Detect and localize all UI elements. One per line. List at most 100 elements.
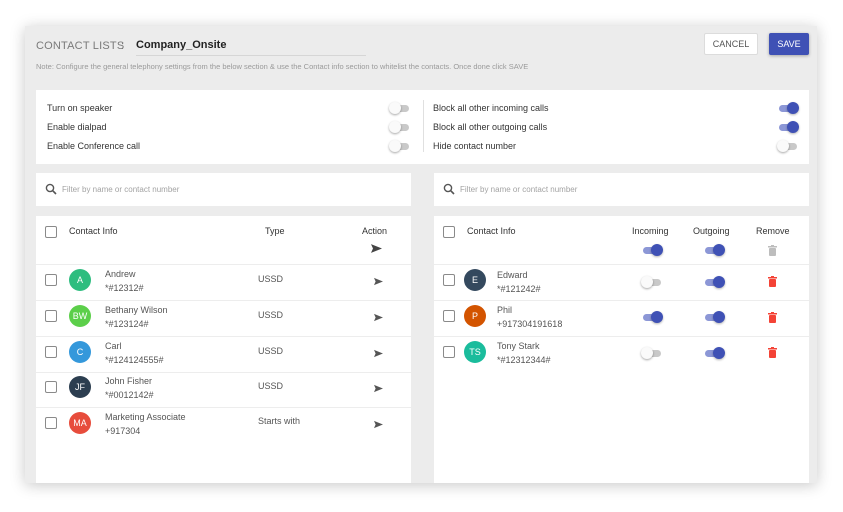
row-divider xyxy=(434,300,809,301)
row-checkbox[interactable] xyxy=(443,310,455,322)
setting-label-conference: Enable Conference call xyxy=(47,141,141,151)
left-search-input[interactable]: Filter by name or contact number xyxy=(36,173,411,206)
available-contacts-panel: Contact Info Type Action A Andrew *#1231… xyxy=(36,216,411,483)
cancel-button[interactable]: CANCEL xyxy=(704,33,758,55)
incoming-toggle[interactable] xyxy=(641,347,663,359)
incoming-all-toggle[interactable] xyxy=(641,244,663,256)
contact-name: Andrew xyxy=(105,269,136,279)
column-header-contact: Contact Info xyxy=(69,226,118,236)
speaker-toggle[interactable] xyxy=(389,102,411,114)
list-name-underline xyxy=(136,55,366,56)
delete-icon[interactable] xyxy=(768,276,777,287)
avatar: E xyxy=(464,269,486,291)
contact-type: USSD xyxy=(258,310,284,320)
outgoing-all-toggle[interactable] xyxy=(703,244,725,256)
row-checkbox[interactable] xyxy=(45,310,57,322)
outgoing-toggle[interactable] xyxy=(703,311,725,323)
row-divider xyxy=(434,264,809,265)
delete-icon[interactable] xyxy=(768,312,777,323)
contact-type: Starts with xyxy=(258,416,301,426)
send-icon[interactable] xyxy=(374,313,383,322)
setting-label-block-incoming: Block all other incoming calls xyxy=(433,103,549,113)
delete-all-icon[interactable] xyxy=(768,245,777,256)
contact-name: Marketing Associate xyxy=(105,412,186,422)
search-placeholder: Filter by name or contact number xyxy=(62,185,180,194)
send-icon[interactable] xyxy=(374,420,383,429)
setting-label-hide-number: Hide contact number xyxy=(433,141,517,151)
incoming-toggle[interactable] xyxy=(641,311,663,323)
avatar: A xyxy=(69,269,91,291)
avatar: TS xyxy=(464,341,486,363)
outgoing-toggle[interactable] xyxy=(703,276,725,288)
search-placeholder: Filter by name or contact number xyxy=(460,185,578,194)
select-all-checkbox[interactable] xyxy=(443,226,455,238)
avatar: JF xyxy=(69,376,91,398)
contact-name: John Fisher xyxy=(105,376,153,386)
row-checkbox[interactable] xyxy=(45,417,57,429)
section-title: CONTACT LISTS xyxy=(36,40,125,52)
save-button[interactable]: SAVE xyxy=(769,33,809,55)
column-header-contact: Contact Info xyxy=(467,226,516,236)
contact-number: *#121242# xyxy=(497,284,541,294)
column-header-incoming: Incoming xyxy=(632,226,669,236)
send-all-icon[interactable] xyxy=(371,243,382,254)
right-search-input[interactable]: Filter by name or contact number xyxy=(434,173,809,206)
telephony-settings-card: Turn on speaker Enable dialpad Enable Co… xyxy=(36,90,809,164)
conference-toggle[interactable] xyxy=(389,140,411,152)
contact-number: *#124124555# xyxy=(105,355,164,365)
row-divider xyxy=(434,336,809,337)
instructions-note: Note: Configure the general telephony se… xyxy=(36,62,529,71)
contact-number: *#12312344# xyxy=(497,355,551,365)
contact-number: +917304191618 xyxy=(497,319,563,329)
column-header-remove: Remove xyxy=(756,226,790,236)
contact-name: Phil xyxy=(497,305,513,315)
contact-name: Edward xyxy=(497,270,528,280)
row-checkbox[interactable] xyxy=(45,274,57,286)
block-outgoing-toggle[interactable] xyxy=(777,121,799,133)
column-header-action: Action xyxy=(362,226,388,236)
incoming-toggle[interactable] xyxy=(641,276,663,288)
title-separator: : xyxy=(121,40,125,52)
row-divider xyxy=(36,407,411,408)
contact-number: *#12312# xyxy=(105,283,144,293)
dialpad-toggle[interactable] xyxy=(389,121,411,133)
row-checkbox[interactable] xyxy=(443,274,455,286)
send-icon[interactable] xyxy=(374,384,383,393)
row-divider xyxy=(36,264,411,265)
settings-divider xyxy=(423,100,424,152)
contact-name: Carl xyxy=(105,341,122,351)
setting-label-dialpad: Enable dialpad xyxy=(47,122,107,132)
block-incoming-toggle[interactable] xyxy=(777,102,799,114)
whitelisted-contacts-panel: Contact Info Incoming Outgoing Remove E … xyxy=(434,216,809,483)
row-divider xyxy=(36,300,411,301)
search-icon xyxy=(443,183,455,195)
avatar: BW xyxy=(69,305,91,327)
search-icon xyxy=(45,183,57,195)
setting-label-speaker: Turn on speaker xyxy=(47,103,113,113)
column-header-type: Type xyxy=(265,226,285,236)
contact-name: Tony Stark xyxy=(497,341,540,351)
avatar: P xyxy=(464,305,486,327)
select-all-checkbox[interactable] xyxy=(45,226,57,238)
send-icon[interactable] xyxy=(374,349,383,358)
hide-number-toggle[interactable] xyxy=(777,140,799,152)
contact-number: +917304 xyxy=(105,426,141,436)
send-icon[interactable] xyxy=(374,277,383,286)
delete-icon[interactable] xyxy=(768,347,777,358)
contact-number: *#123124# xyxy=(105,319,149,329)
row-checkbox[interactable] xyxy=(443,346,455,358)
list-name-field[interactable]: Company_Onsite xyxy=(136,39,226,51)
avatar: C xyxy=(69,341,91,363)
contact-number: *#0012142# xyxy=(105,390,154,400)
contact-type: USSD xyxy=(258,381,284,391)
row-checkbox[interactable] xyxy=(45,381,57,393)
contact-name: Bethany Wilson xyxy=(105,305,168,315)
contact-type: USSD xyxy=(258,274,284,284)
contact-list-editor: CONTACT LISTS : Company_Onsite Note: Con… xyxy=(25,26,817,483)
row-checkbox[interactable] xyxy=(45,346,57,358)
outgoing-toggle[interactable] xyxy=(703,347,725,359)
contact-type: USSD xyxy=(258,346,284,356)
avatar: MA xyxy=(69,412,91,434)
setting-label-block-outgoing: Block all other outgoing calls xyxy=(433,122,548,132)
column-header-outgoing: Outgoing xyxy=(693,226,730,236)
